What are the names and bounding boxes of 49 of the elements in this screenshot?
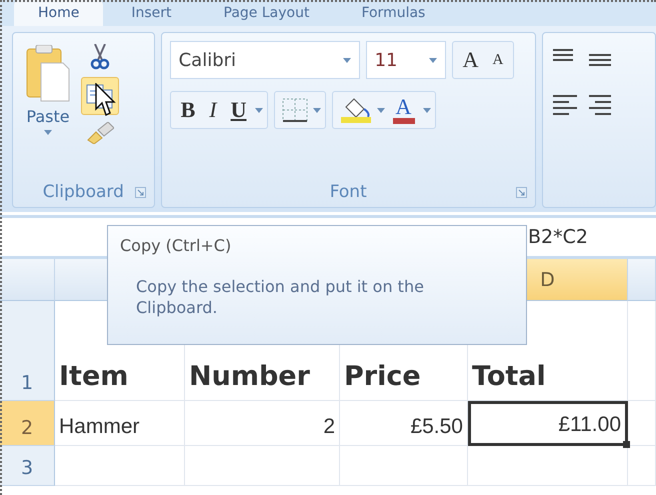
- dialog-launcher-icon[interactable]: [134, 186, 146, 198]
- table-cell[interactable]: £11.00: [468, 401, 628, 446]
- table-cell[interactable]: £5.50: [340, 401, 468, 446]
- caret-icon: [312, 108, 320, 112]
- clipboard-icon: [25, 45, 71, 103]
- ribbon-tab[interactable]: Page Layout: [200, 0, 334, 26]
- table-cell[interactable]: [55, 446, 185, 486]
- grow-font-button[interactable]: A: [456, 47, 484, 73]
- caret-icon: [254, 108, 262, 112]
- group-label: Clipboard: [42, 182, 124, 202]
- caret-icon: [44, 130, 52, 135]
- font-size-field[interactable]: 11: [366, 41, 446, 79]
- column-header[interactable]: [628, 259, 656, 301]
- underline-button[interactable]: U: [224, 97, 252, 123]
- formula-text: B2*C2: [528, 226, 588, 248]
- borders-icon: [282, 98, 308, 122]
- row-header[interactable]: 1: [0, 301, 55, 401]
- italic-button[interactable]: I: [203, 97, 223, 123]
- table-cell[interactable]: [628, 301, 656, 401]
- select-all-corner[interactable]: [0, 259, 55, 301]
- caret-icon: [376, 108, 384, 112]
- bold-button[interactable]: B: [174, 97, 202, 123]
- table-cell[interactable]: [340, 446, 468, 486]
- table-cell[interactable]: [468, 446, 628, 486]
- table-cell[interactable]: [628, 446, 656, 486]
- table-cell[interactable]: [628, 401, 656, 446]
- brush-icon: [86, 122, 114, 144]
- caret-icon: [422, 108, 430, 112]
- table-cell[interactable]: [185, 446, 340, 486]
- fill-handle[interactable]: [623, 441, 630, 448]
- group-label: Font: [330, 182, 367, 202]
- ribbon-tab[interactable]: Home: [14, 0, 104, 26]
- row-header[interactable]: 2: [0, 401, 55, 446]
- dialog-launcher-icon[interactable]: [516, 186, 527, 198]
- mouse-pointer-icon: [95, 83, 117, 117]
- shrink-font-button[interactable]: A: [486, 52, 510, 68]
- caret-icon: [428, 58, 437, 62]
- paste-button[interactable]: Paste: [21, 41, 75, 169]
- table-cell[interactable]: Hammer: [55, 401, 185, 446]
- font-name-field[interactable]: Calibri: [170, 41, 360, 79]
- paint-bucket-icon: [340, 97, 372, 123]
- caret-icon: [342, 58, 351, 62]
- ribbon-tab[interactable]: Formulas: [337, 0, 450, 26]
- scissors-icon: [90, 44, 110, 70]
- align-left-icon[interactable]: [550, 93, 611, 117]
- tooltip-title: Copy (Ctrl+C): [120, 236, 232, 255]
- row-header[interactable]: 3: [0, 446, 55, 486]
- table-cell[interactable]: 2: [185, 401, 340, 446]
- ribbon-tab[interactable]: Insert: [107, 0, 196, 26]
